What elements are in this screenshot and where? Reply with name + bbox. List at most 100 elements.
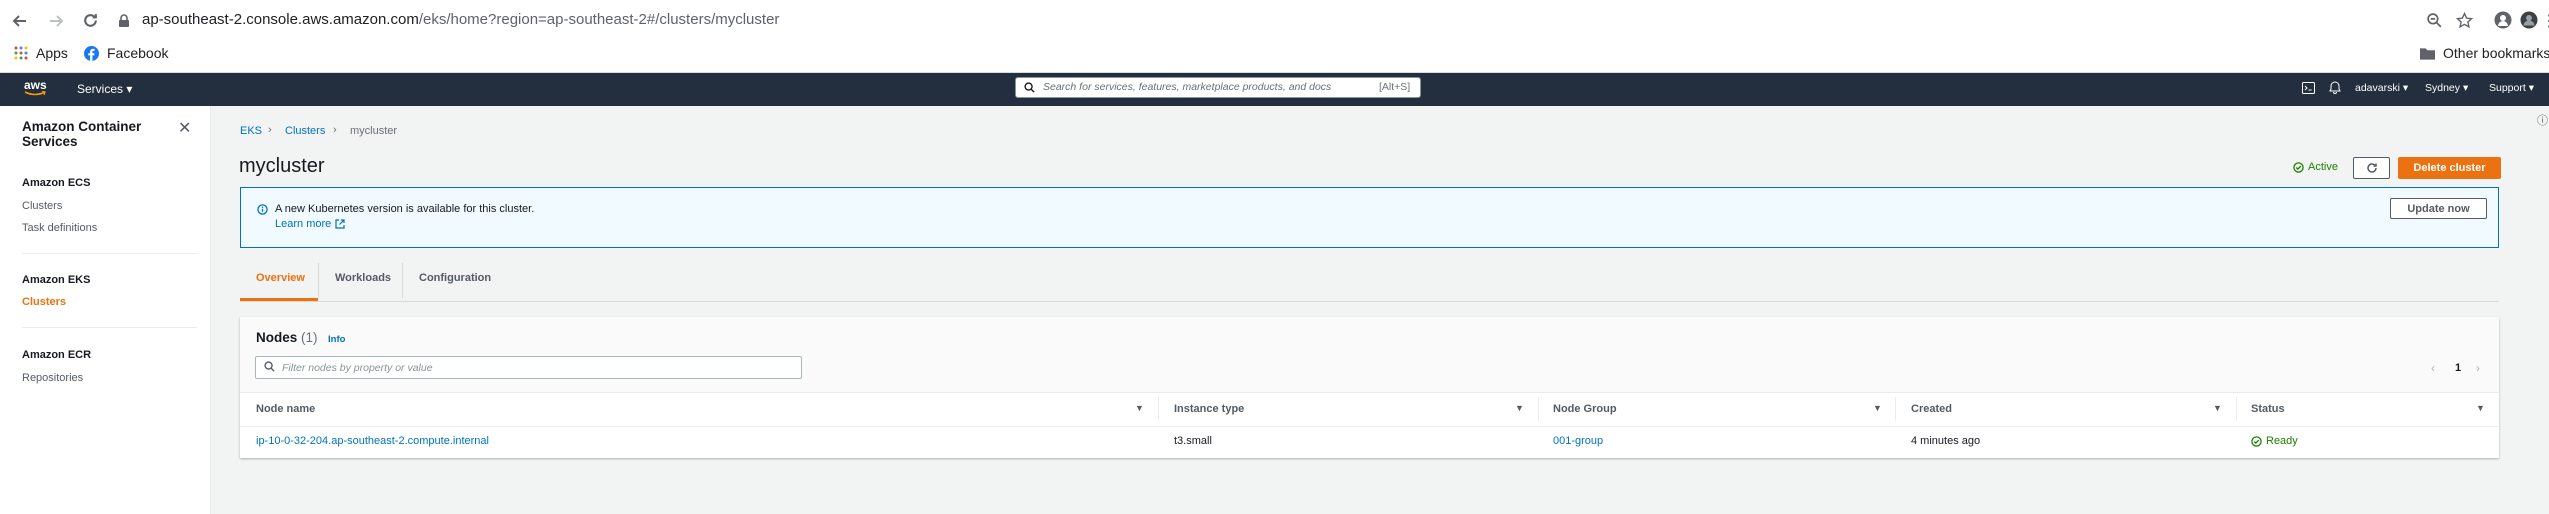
notification-message: A new Kubernetes version is available fo… xyxy=(275,203,535,215)
external-link-icon xyxy=(335,219,345,229)
other-bookmarks-label: Other bookmarks xyxy=(2443,45,2549,61)
tab-configuration[interactable]: Configuration xyxy=(419,272,491,284)
column-divider xyxy=(2236,397,2237,421)
column-header-created[interactable]: Created xyxy=(1911,403,1952,415)
node-group-link[interactable]: 001-group xyxy=(1553,435,1603,447)
profile-avatar[interactable] xyxy=(2520,11,2538,29)
status-label: Active xyxy=(2308,161,2338,173)
sort-down-icon[interactable]: ▼ xyxy=(2476,403,2485,413)
cloudshell-icon[interactable] xyxy=(2302,82,2315,94)
star-icon[interactable] xyxy=(2456,12,2473,29)
services-menu[interactable]: Services ▾ xyxy=(77,82,132,96)
refresh-button[interactable] xyxy=(2353,157,2390,179)
sidebar-heading-ecr: Amazon ECR xyxy=(22,349,92,361)
sidebar-item-ecs-clusters[interactable]: Clusters xyxy=(22,200,62,212)
node-status: Ready xyxy=(2251,435,2298,447)
other-bookmarks[interactable]: Other bookmarks xyxy=(2420,45,2549,61)
delete-cluster-button[interactable]: Delete cluster xyxy=(2398,157,2501,179)
reload-icon[interactable] xyxy=(82,12,99,29)
side-navigation xyxy=(0,106,211,514)
bookmark-facebook[interactable]: Facebook xyxy=(84,45,168,61)
search-icon xyxy=(1024,82,1035,93)
table-header-divider xyxy=(240,426,2499,427)
caret-down-icon: ▾ xyxy=(2402,82,2409,94)
chevron-right-icon: › xyxy=(268,124,272,136)
support-label: Support xyxy=(2489,82,2526,94)
sort-down-icon[interactable]: ▼ xyxy=(1515,403,1524,413)
breadcrumb-eks[interactable]: EKS xyxy=(240,125,262,137)
status-badge: Active xyxy=(2293,161,2338,173)
sidebar-heading-eks: Amazon EKS xyxy=(22,274,91,286)
chevron-right-icon[interactable]: › xyxy=(2476,361,2480,375)
sort-down-icon[interactable]: ▼ xyxy=(1873,403,1882,413)
sidebar-item-eks-clusters[interactable]: Clusters xyxy=(22,296,66,308)
services-label: Services xyxy=(77,82,124,96)
tab-divider xyxy=(402,263,403,298)
lock-icon[interactable] xyxy=(118,14,130,28)
url-path: /eks/home?region=ap-southeast-2#/cluster… xyxy=(418,11,780,28)
info-icon xyxy=(257,204,268,215)
column-divider xyxy=(1158,397,1159,421)
chevron-right-icon: › xyxy=(333,124,337,136)
column-divider xyxy=(1895,397,1896,421)
tab-workloads[interactable]: Workloads xyxy=(335,272,391,284)
breadcrumb-clusters[interactable]: Clusters xyxy=(285,125,325,137)
support-menu[interactable]: Support ▾ xyxy=(2489,82,2534,94)
aws-logo[interactable]: aws xyxy=(24,78,47,97)
node-name-link[interactable]: ip-10-0-32-204.ap-southeast-2.compute.in… xyxy=(256,435,489,447)
check-circle-icon xyxy=(2293,161,2304,173)
forward-icon[interactable] xyxy=(48,13,64,29)
chevron-left-icon[interactable]: ‹ xyxy=(2431,361,2435,375)
sidebar-title: Amazon Container Services xyxy=(22,119,142,149)
tab-overview[interactable]: Overview xyxy=(256,272,305,284)
close-icon[interactable]: ✕ xyxy=(178,118,191,138)
page-number[interactable]: 1 xyxy=(2455,362,2461,374)
instance-type-cell: t3.small xyxy=(1174,435,1212,447)
sidebar-item-repositories[interactable]: Repositories xyxy=(22,372,83,384)
bookmark-apps[interactable]: Apps xyxy=(14,45,68,61)
column-header-status[interactable]: Status xyxy=(2251,403,2285,415)
region-label: Sydney xyxy=(2425,82,2461,94)
user-label: adavarski xyxy=(2355,82,2400,94)
sidebar-divider xyxy=(22,253,197,254)
bell-icon[interactable] xyxy=(2329,81,2341,94)
caret-down-icon: ▾ xyxy=(2528,82,2534,94)
page-title: mycluster xyxy=(239,155,325,177)
sort-down-icon[interactable]: ▼ xyxy=(1135,403,1144,413)
column-header-instance-type[interactable]: Instance type xyxy=(1174,403,1244,415)
zoom-icon[interactable] xyxy=(2426,12,2443,29)
nodes-count: (1) xyxy=(301,330,318,345)
caret-down-icon: ▾ xyxy=(126,82,133,96)
nodes-title-text: Nodes xyxy=(256,330,298,345)
sidebar-item-task-definitions[interactable]: Task definitions xyxy=(22,222,97,234)
search-shortcut: [Alt+S] xyxy=(1379,81,1411,93)
user-menu[interactable]: adavarski ▾ xyxy=(2355,82,2408,94)
nodes-table-header xyxy=(240,317,2499,393)
bookmark-apps-label: Apps xyxy=(36,45,68,61)
tab-list xyxy=(240,259,2499,302)
refresh-icon xyxy=(2366,162,2378,174)
sidebar-heading-ecs: Amazon ECS xyxy=(22,177,91,189)
region-menu[interactable]: Sydney ▾ xyxy=(2425,82,2468,94)
column-header-node-name[interactable]: Node name xyxy=(256,403,315,415)
filter-placeholder: Filter nodes by property or value xyxy=(282,362,433,374)
sort-down-icon[interactable]: ▼ xyxy=(2213,403,2222,413)
update-notification xyxy=(240,187,2499,248)
aws-logo-text: aws xyxy=(24,78,47,92)
update-now-button[interactable]: Update now xyxy=(2390,198,2487,219)
breadcrumb-current: mycluster xyxy=(350,125,398,137)
bookmark-facebook-label: Facebook xyxy=(107,45,169,61)
created-cell: 4 minutes ago xyxy=(1911,435,1981,447)
back-icon[interactable] xyxy=(12,13,28,29)
learn-more-label: Learn more xyxy=(275,218,332,230)
info-panel-icon[interactable]: ⓘ xyxy=(2537,112,2548,128)
menu-icon[interactable]: ⋮ xyxy=(2541,11,2549,31)
apps-icon xyxy=(14,46,28,60)
learn-more-link[interactable]: Learn more xyxy=(275,218,345,230)
column-header-node-group[interactable]: Node Group xyxy=(1553,403,1617,415)
extension-icon[interactable] xyxy=(2494,11,2512,29)
tab-divider xyxy=(318,263,319,298)
address-bar[interactable]: ap-southeast-2.console.aws.amazon.com/ek… xyxy=(142,11,779,28)
facebook-icon xyxy=(84,45,99,61)
info-link[interactable]: Info xyxy=(328,334,345,345)
